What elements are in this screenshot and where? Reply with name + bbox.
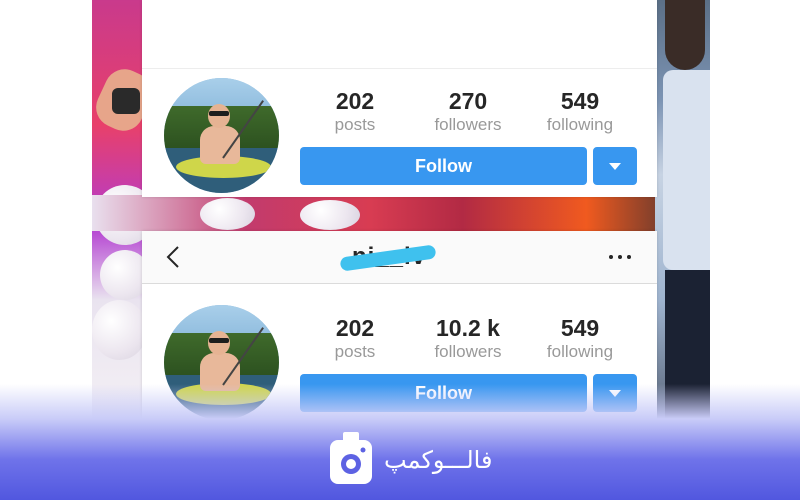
stat-value: 202 <box>335 315 375 341</box>
stat-followers[interactable]: 10.2 k followers <box>418 314 518 362</box>
suggestions-dropdown-button[interactable] <box>593 147 637 185</box>
stat-following[interactable]: 549 following <box>530 314 630 362</box>
brand-name: فالـــوکمپ <box>384 446 493 474</box>
stat-posts[interactable]: 202 posts <box>305 87 405 135</box>
stat-value: 202 <box>335 88 375 114</box>
stat-value: 549 <box>560 315 600 341</box>
stat-value: 10.2 k <box>436 315 500 341</box>
stat-value: 549 <box>560 88 600 114</box>
follow-button[interactable]: Follow <box>300 147 587 185</box>
stat-label: posts <box>334 342 376 361</box>
stat-followers[interactable]: 270 followers <box>418 87 518 135</box>
more-horizontal-icon[interactable] <box>608 253 634 261</box>
stat-label: followers <box>434 115 502 134</box>
stat-label: posts <box>334 115 376 134</box>
chevron-left-icon[interactable] <box>162 243 186 271</box>
balloon <box>300 200 360 230</box>
profile-header: ni__iv <box>142 231 657 284</box>
stat-label: following <box>546 115 614 134</box>
stat-label: followers <box>434 342 502 361</box>
profile-card-top: 202 posts 270 followers 549 following Fo… <box>142 0 657 197</box>
balloon <box>200 198 255 230</box>
brand-band <box>0 384 800 500</box>
stat-label: following <box>546 342 614 361</box>
avatar[interactable] <box>164 78 279 193</box>
camera-bag-icon <box>330 432 372 484</box>
triangle-down-icon <box>609 163 621 170</box>
divider <box>142 68 657 69</box>
stat-value: 270 <box>448 88 488 114</box>
stat-posts[interactable]: 202 posts <box>305 314 405 362</box>
background-photo-middle <box>92 195 710 231</box>
stat-following[interactable]: 549 following <box>530 87 630 135</box>
username: ni__iv <box>339 241 447 273</box>
balloon <box>92 300 147 360</box>
